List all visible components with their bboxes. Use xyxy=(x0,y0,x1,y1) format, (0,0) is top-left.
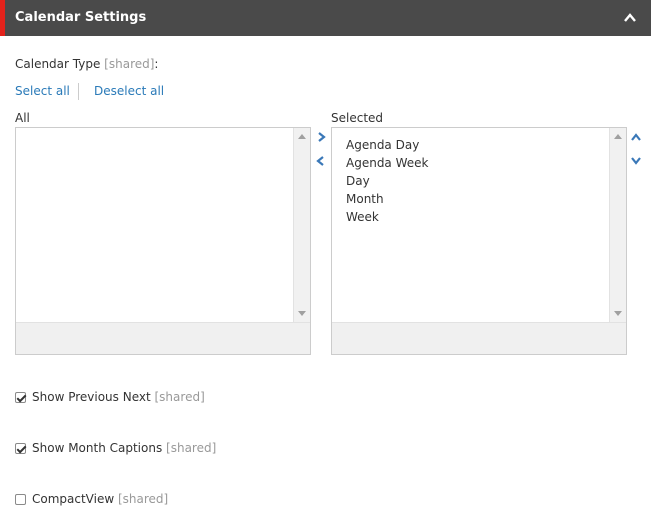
checkbox-row[interactable]: Show Month Captions [shared] xyxy=(15,441,216,455)
shared-tag: [shared] xyxy=(150,390,205,404)
shared-tag: [shared] xyxy=(114,492,169,506)
chevron-left-icon[interactable] xyxy=(315,155,327,167)
checkbox[interactable] xyxy=(15,443,26,454)
checkbox[interactable] xyxy=(15,392,26,403)
list-item[interactable]: Week xyxy=(346,208,609,226)
section-header[interactable]: Calendar Settings xyxy=(0,0,651,36)
selected-list-footer xyxy=(332,322,626,354)
selected-listbox[interactable]: Agenda Day Agenda Week Day Month Week xyxy=(331,127,627,355)
deselect-all-link[interactable]: Deselect all xyxy=(94,84,164,98)
shared-tag: [shared] xyxy=(104,57,155,71)
field-label-colon: : xyxy=(154,57,159,71)
shared-tag: [shared] xyxy=(162,441,217,455)
chevron-down-icon[interactable] xyxy=(630,154,642,166)
field-label-text: Calendar Type xyxy=(15,57,101,71)
link-divider xyxy=(78,83,79,100)
chevron-right-icon[interactable] xyxy=(315,131,327,143)
section-title: Calendar Settings xyxy=(15,10,147,25)
list-item[interactable]: Month xyxy=(346,190,609,208)
all-list-footer xyxy=(16,322,310,354)
checkbox-row[interactable]: Show Previous Next [shared] xyxy=(15,390,205,404)
checkbox[interactable] xyxy=(15,494,26,505)
selected-list-label: Selected xyxy=(331,111,384,125)
scroll-up-icon[interactable] xyxy=(614,134,622,139)
checkbox-label: CompactView xyxy=(32,492,115,506)
all-list-items xyxy=(16,128,293,322)
selected-list-items: Agenda Day Agenda Week Day Month Week xyxy=(332,128,609,322)
all-list-scrollbar[interactable] xyxy=(293,128,310,322)
checkbox-row[interactable]: CompactView [shared] xyxy=(15,492,168,506)
chevron-up-icon[interactable] xyxy=(623,11,637,25)
scroll-down-icon[interactable] xyxy=(614,311,622,316)
scroll-down-icon[interactable] xyxy=(298,311,306,316)
list-item[interactable]: Agenda Day xyxy=(346,136,609,154)
selected-list-scrollbar[interactable] xyxy=(609,128,626,322)
chevron-up-icon[interactable] xyxy=(630,132,642,144)
checkbox-label: Show Previous Next xyxy=(32,390,151,404)
all-listbox[interactable] xyxy=(15,127,311,355)
select-all-link[interactable]: Select all xyxy=(15,84,70,98)
list-item[interactable]: Day xyxy=(346,172,609,190)
header-accent-bar xyxy=(0,0,5,36)
list-item[interactable]: Agenda Week xyxy=(346,154,609,172)
scroll-up-icon[interactable] xyxy=(298,134,306,139)
all-list-label: All xyxy=(15,111,30,125)
calendar-type-label: Calendar Type [shared]: xyxy=(15,57,158,71)
checkbox-label: Show Month Captions xyxy=(32,441,163,455)
